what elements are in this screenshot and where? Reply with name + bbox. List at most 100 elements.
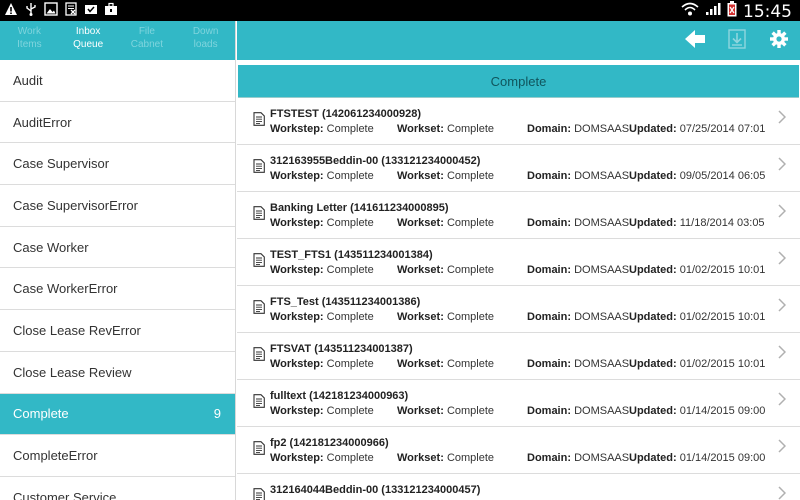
tab-work-items[interactable]: Work Items — [0, 21, 59, 60]
updated-value: 01/14/2015 09:00 — [679, 405, 766, 417]
tab-inbox-queue[interactable]: Inbox Queue — [59, 21, 118, 60]
download-icon — [728, 28, 746, 54]
queue-item-label: Case Worker — [13, 239, 89, 255]
updated-label: Updated: — [629, 217, 677, 229]
tab-label-line1: Inbox — [75, 26, 101, 37]
tab-bar: Work Items Inbox Queue File Cabnet Down … — [0, 21, 235, 60]
work-item-row[interactable]: Banking Letter (141611234000895) Workste… — [237, 192, 800, 239]
queue-item-audit[interactable]: Audit — [0, 60, 235, 102]
workset-field: Workset: Complete — [397, 217, 494, 229]
work-item-row[interactable]: 312163955Beddin-00 (133121234000452) Wor… — [237, 145, 800, 192]
document-icon — [253, 253, 265, 272]
updated-value: 07/25/2014 07:01 — [679, 123, 766, 135]
domain-label: Domain: — [527, 123, 571, 135]
queue-item-close-lease-reverror[interactable]: Close Lease RevError — [0, 310, 235, 352]
back-button[interactable] — [683, 29, 707, 53]
work-item-list: FTSTEST (142061234000928) Workstep: Comp… — [237, 98, 800, 500]
work-item-row[interactable]: FTS_Test (143511234001386) Workstep: Com… — [237, 286, 800, 333]
workset-field: Workset: Complete — [397, 452, 494, 464]
workstep-field: Workstep: Complete — [270, 405, 374, 417]
tab-downloads[interactable]: Down loads — [176, 21, 235, 60]
work-item-title: TEST_FTS1 (143511234001384) — [270, 249, 433, 261]
document-icon — [253, 394, 265, 413]
queue-item-case-supervisorerror[interactable]: Case SupervisorError — [0, 185, 235, 227]
document-x-icon — [64, 2, 78, 16]
domain-value: DOMSAAS — [574, 358, 630, 370]
image-icon — [44, 2, 58, 16]
workset-label: Workset: — [397, 217, 444, 229]
updated-value: 01/14/2015 09:00 — [679, 452, 766, 464]
domain-field: Domain: DOMSAAS — [527, 405, 629, 417]
domain-label: Domain: — [527, 170, 571, 182]
chevron-right-icon — [778, 345, 787, 364]
document-icon — [253, 347, 265, 366]
workset-value: Complete — [446, 264, 495, 276]
domain-label: Domain: — [527, 405, 571, 417]
workstep-value: Complete — [326, 217, 374, 229]
back-arrow-icon — [684, 29, 706, 54]
work-item-title: FTSVAT (143511234001387) — [270, 343, 413, 355]
work-item-row[interactable]: FTSVAT (143511234001387) Workstep: Compl… — [237, 333, 800, 380]
chevron-right-icon — [778, 486, 787, 500]
queue-item-completeerror[interactable]: CompleteError — [0, 435, 235, 477]
queue-item-auditerror[interactable]: AuditError — [0, 102, 235, 144]
work-item-row[interactable]: 312164044Beddin-00 (133121234000457) Wor… — [237, 474, 800, 500]
queue-item-customer-service[interactable]: Customer Service — [0, 477, 235, 500]
updated-value: 01/02/2015 10:01 — [679, 264, 766, 276]
queue-item-count: 9 — [213, 406, 221, 422]
workset-label: Workset: — [397, 123, 444, 135]
usb-icon — [24, 2, 38, 16]
workset-value: Complete — [446, 170, 495, 182]
workset-label: Workset: — [397, 264, 444, 276]
work-item-row[interactable]: fp2 (142181234000966) Workstep: Complete… — [237, 427, 800, 474]
clock: 15:45 — [743, 1, 792, 22]
work-item-row[interactable]: TEST_FTS1 (143511234001384) Workstep: Co… — [237, 239, 800, 286]
download-button[interactable] — [725, 28, 749, 54]
settings-button[interactable] — [767, 29, 791, 53]
battery-alert-icon — [727, 1, 737, 22]
workset-value: Complete — [446, 217, 495, 229]
queue-item-case-supervisor[interactable]: Case Supervisor — [0, 143, 235, 186]
work-item-row[interactable]: fulltext (142181234000963) Workstep: Com… — [237, 380, 800, 427]
work-item-title: Banking Letter (141611234000895) — [270, 202, 449, 214]
queue-item-label: Case WorkerError — [13, 281, 118, 297]
updated-field: Updated: 07/25/2014 07:01 — [629, 123, 765, 135]
list-header-title: Complete — [490, 73, 547, 89]
queue-item-case-workererror[interactable]: Case WorkerError — [0, 268, 235, 311]
workstep-label: Workstep: — [270, 217, 324, 229]
notification-icons — [4, 2, 118, 16]
workstep-field: Workstep: Complete — [270, 311, 374, 323]
queue-item-complete[interactable]: Complete 9 — [0, 393, 235, 436]
queue-item-label: AuditError — [13, 114, 72, 130]
workset-field: Workset: Complete — [397, 170, 494, 182]
workset-field: Workset: Complete — [397, 358, 494, 370]
updated-label: Updated: — [629, 405, 677, 417]
workset-value: Complete — [446, 311, 495, 323]
workstep-field: Workstep: Complete — [270, 264, 374, 276]
domain-label: Domain: — [527, 264, 571, 276]
updated-label: Updated: — [629, 170, 677, 182]
queue-item-close-lease-review[interactable]: Close Lease Review — [0, 352, 235, 394]
system-icons: 15:45 — [681, 1, 792, 22]
warning-icon — [4, 2, 18, 16]
tab-label-line2: loads — [193, 39, 218, 50]
chevron-right-icon — [778, 439, 787, 458]
work-item-row[interactable]: FTSTEST (142061234000928) Workstep: Comp… — [237, 98, 800, 145]
workstep-field: Workstep: Complete — [270, 217, 374, 229]
tab-file-cabnet[interactable]: File Cabnet — [118, 21, 177, 60]
updated-field: Updated: 01/02/2015 10:01 — [629, 358, 765, 370]
workset-label: Workset: — [397, 311, 444, 323]
workstep-value: Complete — [326, 405, 374, 417]
workstep-field: Workstep: Complete — [270, 170, 374, 182]
workset-field: Workset: Complete — [397, 311, 494, 323]
queue-item-label: Customer Service — [13, 489, 117, 500]
work-item-meta: Workstep: Complete Workset: Complete Dom… — [270, 405, 780, 419]
domain-label: Domain: — [527, 452, 571, 464]
gear-icon — [769, 29, 789, 54]
updated-label: Updated: — [629, 311, 677, 323]
updated-label: Updated: — [629, 123, 677, 135]
updated-field: Updated: 01/14/2015 09:00 — [629, 452, 765, 464]
document-icon — [253, 159, 265, 178]
queue-item-case-worker[interactable]: Case Worker — [0, 227, 235, 269]
work-item-title: 312163955Beddin-00 (133121234000452) — [270, 155, 481, 167]
